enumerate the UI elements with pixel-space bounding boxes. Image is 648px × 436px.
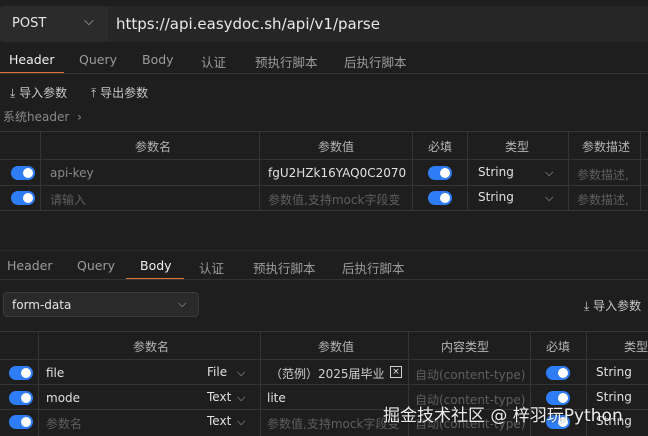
chevron-down-icon: ⌵: [178, 297, 187, 310]
tab-body[interactable]: Body: [142, 52, 174, 67]
enable-toggle[interactable]: [11, 166, 35, 180]
chevron-down-icon: ⌵: [545, 166, 554, 179]
upload-icon: ⤒: [91, 86, 97, 100]
download-icon: ⤓: [10, 86, 16, 100]
tab-auth[interactable]: 认证: [201, 52, 226, 71]
request-bar: POST ⌵ https://api.easydoc.sh/api/v1/par…: [0, 0, 648, 48]
param-name-input[interactable]: mode: [46, 391, 80, 405]
col-param-value: 参数值: [318, 340, 355, 354]
param-name-input[interactable]: file: [46, 366, 64, 380]
param-value-input[interactable]: lite: [267, 391, 286, 405]
chevron-down-icon: ⌵: [84, 14, 94, 29]
import-label: 导入参数: [19, 86, 68, 100]
url-input[interactable]: https://api.easydoc.sh/api/v1/parse: [108, 6, 648, 42]
method-select[interactable]: POST ⌵: [0, 6, 108, 42]
type-select[interactable]: String: [478, 190, 514, 204]
import-label: 导入参数: [593, 299, 642, 313]
divider: [0, 73, 648, 74]
chevron-down-icon: ⌵: [237, 391, 246, 404]
content-type-input[interactable]: 自动(content-type): [415, 366, 525, 383]
chevron-down-icon: ⌵: [545, 191, 554, 204]
tab-pre-script[interactable]: 预执行脚本: [255, 52, 318, 71]
field-kind-select[interactable]: File: [207, 365, 227, 379]
body-mode-select[interactable]: form-data ⌵: [3, 292, 199, 317]
tab-auth[interactable]: 认证: [199, 258, 224, 277]
remove-file-icon[interactable]: ×: [390, 366, 402, 378]
param-value-input[interactable]: 参数值,支持mock字段变: [267, 415, 399, 432]
param-name-input[interactable]: 参数名: [46, 415, 82, 432]
col-required: 必填: [428, 140, 453, 154]
url-text: https://api.easydoc.sh/api/v1/parse: [116, 15, 380, 33]
col-desc: 参数描述: [582, 140, 631, 154]
param-desc-input[interactable]: 参数描述,: [577, 166, 629, 183]
col-type: 类型: [624, 340, 648, 354]
field-kind-select[interactable]: Text: [207, 390, 231, 404]
body-import-params-button[interactable]: ⤓ 导入参数: [584, 297, 641, 314]
system-header-toggle[interactable]: 系统header ›: [3, 108, 82, 125]
tab-pre-script[interactable]: 预执行脚本: [253, 258, 316, 277]
file-name: （范例）2025届毕业: [270, 367, 385, 381]
system-header-label: 系统header: [3, 110, 70, 124]
header-params-table: 参数名 参数值 必填 类型 参数描述 api-key fgU2HZk16YAQ0…: [0, 131, 648, 211]
param-value-input[interactable]: 参数值,支持mock字段变: [268, 191, 400, 208]
body-mode-label: form-data: [12, 298, 72, 312]
enable-toggle[interactable]: [9, 415, 33, 429]
col-param-value: 参数值: [318, 140, 355, 154]
tab-post-script[interactable]: 后执行脚本: [344, 52, 407, 71]
type-select[interactable]: String: [478, 165, 514, 179]
panel-divider: [0, 250, 648, 251]
col-required: 必填: [546, 340, 571, 354]
request-tabs: Header Query Body 认证 预执行脚本 后执行脚本: [0, 48, 648, 74]
enable-toggle[interactable]: [9, 366, 33, 380]
enable-toggle[interactable]: [9, 391, 33, 405]
col-param-name: 参数名: [133, 340, 170, 354]
tab-post-script[interactable]: 后执行脚本: [342, 258, 405, 277]
export-params-button[interactable]: ⤒ 导出参数: [91, 84, 148, 101]
tab-header[interactable]: Header: [7, 258, 53, 273]
tab-body[interactable]: Body: [140, 258, 172, 273]
download-icon: ⤓: [584, 299, 590, 313]
required-toggle[interactable]: [546, 366, 570, 380]
chevron-down-icon: ⌵: [237, 366, 246, 379]
chevron-down-icon: ⌵: [237, 415, 246, 428]
export-label: 导出参数: [100, 86, 149, 100]
required-toggle[interactable]: [428, 191, 452, 205]
enable-toggle[interactable]: [11, 191, 35, 205]
col-param-name: 参数名: [135, 140, 172, 154]
col-content-type: 内容类型: [441, 340, 490, 354]
param-name-input[interactable]: 请输入: [50, 191, 86, 208]
tab-query[interactable]: Query: [77, 258, 115, 273]
import-params-button[interactable]: ⤓ 导入参数: [10, 84, 67, 101]
method-label: POST: [12, 16, 47, 31]
required-toggle[interactable]: [428, 166, 452, 180]
type-select[interactable]: String: [596, 365, 632, 379]
divider: [0, 279, 648, 280]
tab-header[interactable]: Header: [9, 52, 55, 67]
field-kind-select[interactable]: Text: [207, 414, 231, 428]
chevron-right-icon: ›: [77, 110, 82, 124]
param-desc-input[interactable]: 参数描述,: [577, 191, 629, 208]
param-name-input[interactable]: api-key: [50, 166, 94, 180]
param-value-input[interactable]: fgU2HZk16YAQ0C2070: [268, 166, 406, 180]
col-type: 类型: [505, 140, 530, 154]
tab-query[interactable]: Query: [79, 52, 117, 67]
watermark: 掘金技术社区 @ 梓羽玩Python: [383, 406, 623, 426]
body-panel-tabs: Header Query Body 认证 预执行脚本 后执行脚本: [0, 254, 648, 280]
